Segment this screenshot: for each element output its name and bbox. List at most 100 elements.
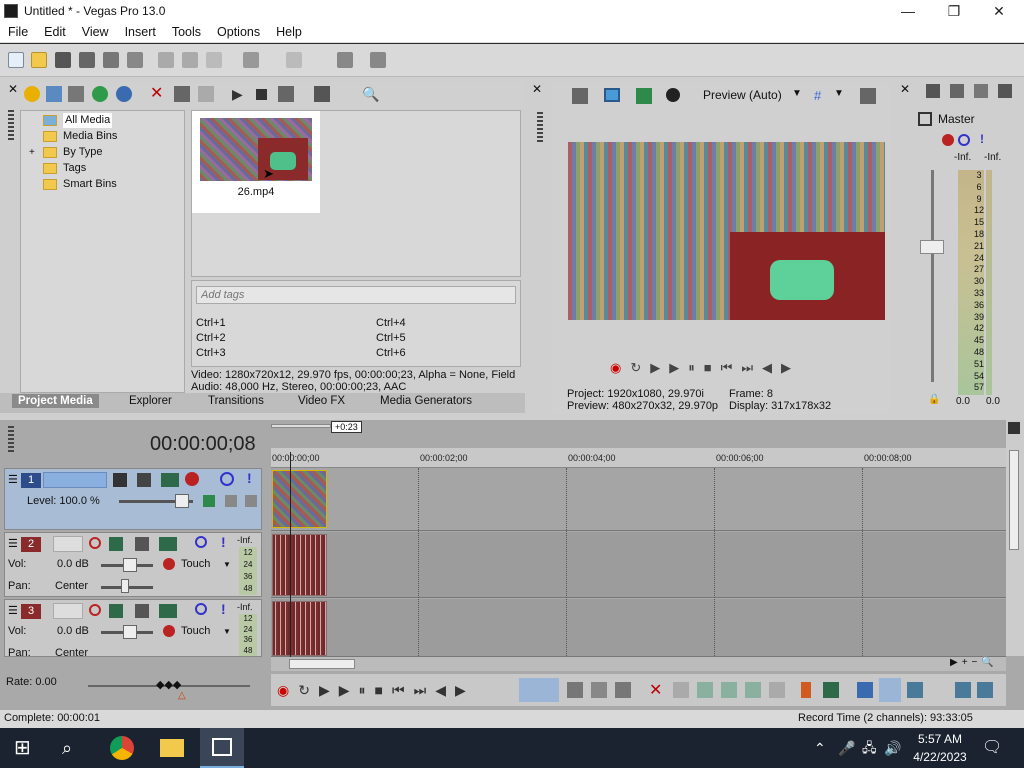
mute-track-icon[interactable] bbox=[195, 603, 207, 615]
import-media-icon[interactable] bbox=[24, 86, 40, 102]
auto-preview-icon[interactable] bbox=[278, 86, 294, 102]
pause-icon[interactable]: ⏸ bbox=[688, 360, 704, 375]
next-frame-icon[interactable]: ▶ bbox=[455, 682, 475, 698]
track-motion-icon[interactable] bbox=[161, 473, 179, 487]
save-as-icon[interactable] bbox=[79, 52, 95, 68]
media-properties-icon[interactable] bbox=[174, 86, 190, 102]
delete-icon[interactable]: ✕ bbox=[649, 680, 662, 700]
panel-grip[interactable] bbox=[8, 110, 14, 140]
properties-icon[interactable] bbox=[127, 52, 143, 68]
split-icon[interactable] bbox=[745, 682, 761, 698]
parent-track-icon[interactable] bbox=[137, 473, 151, 487]
track-name-field[interactable] bbox=[43, 472, 107, 488]
go-to-end-icon[interactable]: ⏭ bbox=[741, 360, 762, 375]
tree-item-all-media[interactable]: All Media bbox=[43, 113, 113, 128]
envelope-edit-tool-icon[interactable] bbox=[567, 682, 583, 698]
arm-record-icon[interactable] bbox=[89, 604, 101, 616]
copy-snapshot-icon[interactable] bbox=[860, 88, 876, 104]
automation-mode-icon[interactable] bbox=[163, 558, 175, 570]
panel-close-icon[interactable]: ✕ bbox=[8, 82, 18, 96]
windows-start-icon[interactable]: ⊞ bbox=[14, 736, 38, 760]
panel-grip[interactable] bbox=[8, 426, 14, 452]
automation-icon[interactable] bbox=[135, 604, 149, 618]
search-icon[interactable]: ⌕ bbox=[62, 736, 86, 760]
expand-icon[interactable]: + bbox=[29, 145, 35, 160]
h-scroll-thumb[interactable] bbox=[289, 659, 355, 669]
zoom-tool-icon[interactable]: 🔍 bbox=[981, 657, 997, 668]
track-menu-icon[interactable]: ☰ bbox=[8, 473, 18, 486]
video-output-fx-icon[interactable] bbox=[666, 88, 680, 102]
mixer-properties-icon[interactable] bbox=[926, 84, 940, 98]
enable-snapping-icon[interactable] bbox=[337, 52, 353, 68]
go-to-end-icon[interactable]: ⏭ bbox=[414, 682, 436, 698]
lock-events-icon[interactable] bbox=[769, 682, 785, 698]
insert-bus-icon[interactable] bbox=[950, 84, 964, 98]
preview-properties-icon[interactable] bbox=[572, 88, 588, 104]
play-icon[interactable]: ▶ bbox=[339, 682, 359, 698]
record-icon[interactable]: ◉ bbox=[277, 682, 298, 698]
auto-ripple-icon[interactable] bbox=[857, 682, 873, 698]
go-to-start-icon[interactable]: ⏮ bbox=[392, 682, 414, 698]
play-preview-icon[interactable]: ▶ bbox=[232, 86, 248, 102]
menu-view[interactable]: View bbox=[74, 23, 117, 39]
audio-track-lane-2[interactable] bbox=[271, 532, 1006, 598]
media-thumbnail-image[interactable] bbox=[200, 118, 312, 181]
level-slider-thumb[interactable] bbox=[175, 494, 189, 508]
new-project-icon[interactable] bbox=[8, 52, 24, 68]
insert-marker-icon[interactable] bbox=[801, 682, 811, 698]
menu-options[interactable]: Options bbox=[209, 23, 268, 39]
tree-item-by-type[interactable]: + By Type bbox=[29, 145, 103, 160]
close-button[interactable]: ✕ bbox=[976, 0, 1022, 23]
solo-track-icon[interactable]: ! bbox=[221, 534, 226, 550]
record-icon[interactable]: ◉ bbox=[610, 360, 630, 375]
open-folder-icon[interactable] bbox=[31, 52, 47, 68]
render-icon[interactable] bbox=[103, 52, 119, 68]
loop-icon[interactable]: ↻ bbox=[630, 360, 650, 375]
tab-media-generators[interactable]: Media Generators bbox=[380, 395, 472, 407]
cut-icon[interactable] bbox=[158, 52, 174, 68]
play-from-start-icon[interactable]: ▶ bbox=[319, 682, 339, 698]
media-fx-icon[interactable] bbox=[198, 86, 214, 102]
previous-frame-icon[interactable]: ◀ bbox=[435, 682, 455, 698]
stop-preview-icon[interactable] bbox=[256, 89, 267, 100]
bypass-motion-blur-icon[interactable] bbox=[203, 495, 215, 507]
envelope-icon[interactable] bbox=[225, 495, 237, 507]
audio-track-header-3[interactable]: ☰ 3 ! -Inf. 12 24 36 48 Vol: 0.0 dB Touch ▼… bbox=[4, 599, 262, 657]
play-from-start-icon[interactable]: ▶ bbox=[650, 360, 669, 375]
redo-icon[interactable] bbox=[286, 52, 302, 68]
scroll-thumb[interactable] bbox=[1009, 450, 1019, 550]
preview-close-icon[interactable]: ✕ bbox=[532, 82, 542, 96]
track-routing-icon[interactable] bbox=[159, 537, 177, 551]
expand-track-icon[interactable] bbox=[245, 495, 257, 507]
lock-envelopes-icon[interactable] bbox=[977, 682, 993, 698]
automation-mode[interactable]: Touch bbox=[181, 625, 210, 637]
tab-video-fx[interactable]: Video FX bbox=[298, 395, 345, 407]
volume-slider-thumb[interactable] bbox=[123, 558, 137, 572]
show-hidden-icons[interactable]: ⌃ bbox=[814, 736, 838, 760]
mute-track-icon[interactable] bbox=[195, 536, 207, 548]
volume-slider-thumb[interactable] bbox=[123, 625, 137, 639]
tag-shortcut[interactable]: Ctrl+3 bbox=[196, 347, 226, 359]
paste-icon[interactable] bbox=[206, 52, 222, 68]
chevron-down-icon[interactable]: ▼ bbox=[223, 627, 231, 636]
tab-project-media[interactable]: Project Media bbox=[12, 394, 99, 408]
tag-shortcut[interactable]: Ctrl+4 bbox=[376, 317, 406, 329]
zoom-edit-tool-icon[interactable] bbox=[615, 682, 631, 698]
master-fader-track[interactable] bbox=[931, 170, 934, 382]
search-media-icon[interactable] bbox=[116, 86, 132, 102]
trim-start-icon[interactable] bbox=[697, 682, 713, 698]
track-routing-icon[interactable] bbox=[159, 604, 177, 618]
horizontal-scrollbar[interactable] bbox=[271, 657, 1006, 671]
automation-icon[interactable] bbox=[135, 537, 149, 551]
tab-explorer[interactable]: Explorer bbox=[129, 395, 172, 407]
selection-edit-tool-icon[interactable] bbox=[591, 682, 607, 698]
menu-tools[interactable]: Tools bbox=[164, 23, 209, 39]
audio-event-clip[interactable] bbox=[272, 534, 327, 596]
audio-event-clip[interactable] bbox=[272, 601, 327, 656]
master-fader-handle[interactable] bbox=[920, 240, 944, 254]
scroll-right-icon[interactable]: ▶ bbox=[950, 657, 962, 668]
minimize-button[interactable]: — bbox=[885, 0, 931, 23]
tag-shortcut[interactable]: Ctrl+6 bbox=[376, 347, 406, 359]
split-screen-icon[interactable] bbox=[636, 88, 652, 104]
notifications-icon[interactable]: 🗨 bbox=[982, 736, 1006, 760]
